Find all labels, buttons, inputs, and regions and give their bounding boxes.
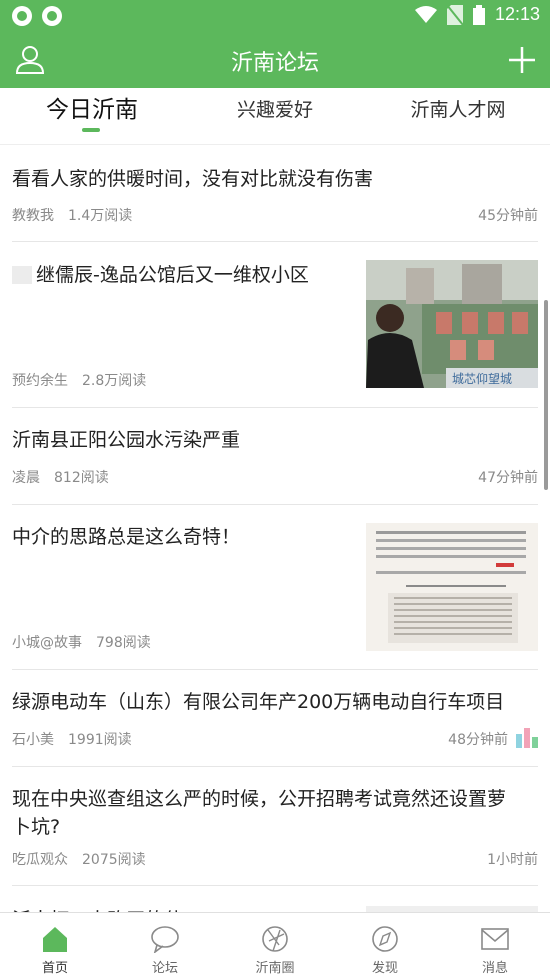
post-item[interactable]: 看看人家的供暖时间，没有对比就没有伤害 教教我 1.4万阅读 45分钟前 bbox=[12, 145, 538, 242]
post-meta: 吃瓜观众 2075阅读 bbox=[12, 849, 146, 869]
post-reads: 2075阅读 bbox=[82, 852, 146, 868]
tab-today-yinan[interactable]: 今日沂南 bbox=[28, 88, 156, 144]
statistics-icon bbox=[516, 728, 538, 748]
nav-label: 沂南圈 bbox=[255, 961, 295, 976]
no-sim-icon bbox=[446, 4, 463, 25]
nav-forum[interactable]: 论坛 bbox=[110, 913, 220, 978]
wifi-icon bbox=[414, 5, 437, 23]
post-thumbnail[interactable] bbox=[366, 523, 538, 651]
thumbnail-image: 城芯仰望城 bbox=[366, 260, 538, 388]
nav-discover[interactable]: 发现 bbox=[330, 913, 440, 978]
bottom-navigation: 首页 论坛 沂南圈 发现 消息 bbox=[0, 912, 550, 978]
post-thumbnail[interactable]: 城芯仰望城 bbox=[366, 260, 538, 388]
post-title: 沂南县正阳公园水污染严重 bbox=[12, 429, 241, 451]
post-reads: 1991阅读 bbox=[68, 732, 132, 748]
post-title: 继儒辰-逸品公馆后又一维权小区 bbox=[36, 264, 309, 286]
post-meta: 预约余生 2.8万阅读 bbox=[12, 370, 146, 390]
post-time: 47分钟前 bbox=[478, 470, 538, 486]
app-bar: 沂南论坛 bbox=[0, 32, 550, 88]
post-meta: 教教我 1.4万阅读 bbox=[12, 205, 132, 225]
post-author: 吃瓜观众 bbox=[12, 852, 68, 868]
compass-icon bbox=[372, 926, 398, 952]
clock: 12:13 bbox=[494, 4, 540, 24]
post-author: 小城@故事 bbox=[12, 635, 82, 651]
post-reads: 2.8万阅读 bbox=[82, 373, 147, 389]
post-reads: 1.4万阅读 bbox=[68, 208, 133, 224]
nav-yinan-circle[interactable]: 沂南圈 bbox=[220, 913, 330, 978]
post-author: 石小美 bbox=[12, 732, 54, 748]
category-tabs: 今日沂南 兴趣爱好 沂南人才网 bbox=[0, 88, 550, 145]
home-icon bbox=[43, 927, 67, 952]
post-time: 45分钟前 bbox=[478, 208, 538, 224]
post-author: 预约余生 bbox=[12, 373, 68, 389]
post-item[interactable]: 绿源电动车（山东）有限公司年产200万辆电动自行车项目 石小美 1991阅读 48… bbox=[12, 670, 538, 767]
post-title-line: 现在中央巡查组这么严的时候，公开招聘考试竟然还设置萝 bbox=[12, 788, 507, 810]
post-title-line: 卜坑? bbox=[12, 816, 61, 838]
thumbnail-sign-text: 城芯仰望城 bbox=[452, 371, 512, 386]
post-meta: 石小美 1991阅读 bbox=[12, 729, 132, 749]
post-item[interactable]: 中介的思路总是这么奇特！ 小城@故事 798阅读 bbox=[12, 505, 538, 670]
image-placeholder-icon bbox=[12, 266, 32, 284]
post-author: 教教我 bbox=[12, 208, 54, 224]
thumbnail-image bbox=[366, 523, 538, 651]
envelope-icon bbox=[481, 928, 509, 950]
nav-label: 论坛 bbox=[151, 961, 178, 976]
post-time: 48分钟前 bbox=[448, 732, 508, 748]
chat-bubble-icon bbox=[151, 926, 179, 953]
battery-icon bbox=[472, 4, 485, 25]
post-item[interactable]: 继儒辰-逸品公馆后又一维权小区 预约余生 2.8万阅读 城芯仰望城 bbox=[12, 242, 538, 408]
post-reads: 812阅读 bbox=[54, 470, 109, 486]
scrollbar[interactable] bbox=[544, 300, 548, 490]
nav-label: 发现 bbox=[371, 961, 398, 976]
add-post-icon[interactable] bbox=[506, 44, 538, 76]
nav-messages[interactable]: 消息 bbox=[440, 913, 550, 978]
post-item[interactable]: 现在中央巡查组这么严的时候，公开招聘考试竟然还设置萝 卜坑? 吃瓜观众 2075阅… bbox=[12, 767, 538, 886]
post-title: 绿源电动车（山东）有限公司年产200万辆电动自行车项目 bbox=[12, 691, 505, 713]
status-bar: 12:13 bbox=[0, 0, 550, 32]
post-item[interactable]: 沂南县正阳公园水污染严重 凌晨 812阅读 47分钟前 bbox=[12, 408, 538, 505]
post-meta: 凌晨 812阅读 bbox=[12, 467, 109, 487]
notification-icon bbox=[42, 6, 62, 26]
post-time: 1小时前 bbox=[487, 852, 538, 868]
post-author: 凌晨 bbox=[12, 470, 40, 486]
active-tab-indicator bbox=[82, 128, 100, 132]
post-meta: 小城@故事 798阅读 bbox=[12, 632, 151, 652]
post-reads: 798阅读 bbox=[96, 635, 151, 651]
nav-label: 消息 bbox=[481, 961, 508, 976]
nav-home[interactable]: 首页 bbox=[0, 913, 110, 978]
app-title: 沂南论坛 bbox=[230, 51, 319, 76]
aperture-icon bbox=[262, 926, 288, 952]
nav-label: 首页 bbox=[41, 961, 68, 976]
tab-hobbies[interactable]: 兴趣爱好 bbox=[212, 88, 338, 144]
tab-talent-network[interactable]: 沂南人才网 bbox=[396, 88, 520, 144]
post-title: 中介的思路总是这么奇特！ bbox=[12, 526, 241, 548]
post-title: 看看人家的供暖时间，没有对比就没有伤害 bbox=[12, 168, 374, 190]
notification-icon bbox=[12, 6, 32, 26]
notification-icons bbox=[12, 6, 62, 26]
